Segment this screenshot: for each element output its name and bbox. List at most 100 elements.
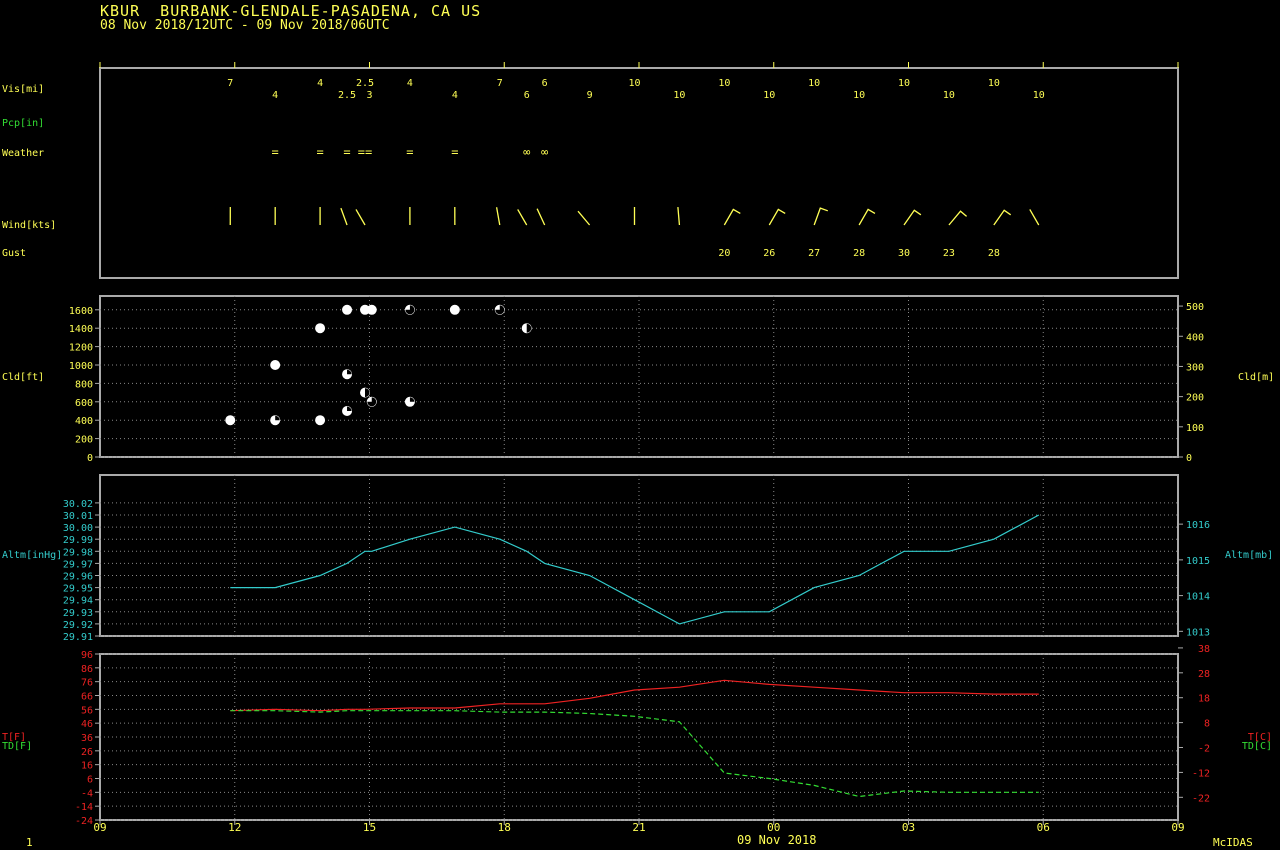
wind-barb [577, 210, 591, 226]
altimeter-line [230, 514, 1040, 625]
altimeter-ytick-label: 29.98 [63, 547, 93, 558]
vis-value: 2.5 [338, 90, 356, 101]
vis-label: Vis[mi] [2, 84, 44, 95]
temp-ytick-label: 46 [81, 719, 93, 730]
wind-barb [903, 209, 922, 226]
weather-symbol: = [272, 145, 279, 159]
altimeter-ytick-label: 29.97 [63, 559, 93, 570]
cloud-marker [366, 304, 377, 315]
temp-ytick-right-label: -22 [1192, 793, 1210, 804]
altimeter-ytick-label: 29.92 [63, 620, 93, 631]
vis-value: 4 [317, 78, 323, 89]
dewpoint-ylabel: TD[F] [2, 741, 32, 752]
vis-value: 4 [407, 78, 413, 89]
altimeter-ytick-label: 29.95 [63, 584, 93, 595]
temp-ytick-label: 6 [87, 775, 93, 786]
weather-symbol: = [316, 145, 323, 159]
vis-value: 10 [763, 90, 775, 101]
temp-ytick-label: -14 [75, 802, 93, 813]
vis-value: 4 [272, 90, 278, 101]
weather-symbol: ∞ [523, 145, 530, 159]
time-tick-label: 09 [93, 821, 106, 834]
temp-ytick-right-label: 38 [1198, 644, 1210, 655]
weather-symbol: = [343, 145, 350, 159]
altimeter-ytick-right-label: 1016 [1186, 520, 1210, 531]
cloud-marker [270, 360, 281, 370]
vis-value: 9 [587, 90, 593, 101]
cloud-marker-cover [347, 369, 352, 375]
temp-ytick-right-label: 28 [1198, 669, 1210, 680]
vis-value: 10 [628, 78, 640, 89]
temperature-line [230, 679, 1039, 712]
altimeter-ytick-right-label: 1013 [1186, 627, 1210, 638]
vis-value: 10 [718, 78, 730, 89]
cloud-marker-cover [347, 406, 352, 411]
altimeter-ytick-label: 29.93 [63, 608, 93, 619]
temp-ytick-right-label: 8 [1204, 719, 1210, 730]
cloud-ytick-label: 200 [75, 435, 93, 446]
cloud-marker [342, 304, 353, 315]
frame-number: 1 [26, 836, 33, 849]
cloud-marker [449, 304, 460, 315]
surface-panel-frame [99, 67, 1179, 279]
altimeter-ytick-label: 30.02 [63, 499, 93, 510]
vis-value: 4 [452, 90, 458, 101]
vis-value: 7 [227, 78, 233, 89]
vis-value: 10 [898, 78, 910, 89]
altimeter-ytick-label: 29.94 [63, 596, 93, 607]
cloud-ylabel: Cld[ft] [2, 372, 44, 383]
vis-value: 7 [497, 78, 503, 89]
wind-barb [340, 207, 348, 226]
temp-ytick-label: -24 [75, 816, 93, 827]
wind-barb [1029, 209, 1040, 226]
altimeter-ytick-label: 29.99 [63, 535, 93, 546]
cloud-ytick-label: 1400 [69, 324, 93, 335]
dewpoint-line [230, 710, 1039, 798]
temp-ytick-label: 26 [81, 747, 93, 758]
altimeter-ytick-label: 30.00 [63, 523, 93, 534]
weather-symbol: ∞ [541, 145, 548, 159]
cloud-ytick-label: 1600 [69, 306, 93, 317]
time-tick-label: 03 [902, 821, 915, 834]
date-label: 09 Nov 2018 [737, 833, 817, 847]
cloud-ytick-right-label: 0 [1186, 453, 1192, 464]
time-tick-label: 09 [1171, 821, 1184, 834]
cloud-ytick-right-label: 400 [1186, 332, 1204, 343]
time-tick-label: 12 [228, 821, 241, 834]
vis-value: 10 [1033, 90, 1045, 101]
temp-ytick-right-label: -2 [1198, 744, 1210, 755]
cloud-ytick-right-label: 500 [1186, 302, 1204, 313]
gust-value: 27 [808, 248, 820, 259]
cloud-ytick-right-label: 100 [1186, 423, 1204, 434]
vis-value: 10 [988, 78, 1000, 89]
altimeter-ytick-label: 29.96 [63, 572, 93, 583]
altimeter-ytick-label: 29.91 [63, 632, 93, 643]
wind-barb [517, 209, 528, 226]
gust-value: 20 [718, 248, 730, 259]
cloud-ytick-label: 400 [75, 416, 93, 427]
cloud-ytick-label: 1200 [69, 343, 93, 354]
mcidas-credit: McIDAS [1213, 836, 1253, 849]
pcp-label: Pcp[in] [2, 118, 44, 129]
wind-barb [858, 208, 876, 226]
wind-barb [495, 207, 501, 226]
temp-ytick-label: 36 [81, 733, 93, 744]
cloud-marker [315, 415, 326, 426]
wind-barb [677, 207, 681, 226]
weather-symbol: = [451, 145, 458, 159]
time-tick-label: 06 [1037, 821, 1050, 834]
gust-value: 26 [763, 248, 775, 259]
temp-ytick-label: 76 [81, 678, 93, 689]
cloud-ytick-label: 800 [75, 379, 93, 390]
cloud-marker [315, 323, 326, 334]
vis-value: 10 [943, 90, 955, 101]
temp-ytick-label: 86 [81, 664, 93, 675]
gust-value: 30 [898, 248, 910, 259]
time-tick-label: 21 [632, 821, 645, 834]
cloud-ylabel-right: Cld[m] [1238, 372, 1274, 383]
temp-ytick-label: 66 [81, 692, 93, 703]
time-tick-label: 15 [363, 821, 376, 834]
weather-symbol: == [358, 145, 372, 159]
vis-value: 10 [853, 90, 865, 101]
temp-ytick-label: 56 [81, 705, 93, 716]
